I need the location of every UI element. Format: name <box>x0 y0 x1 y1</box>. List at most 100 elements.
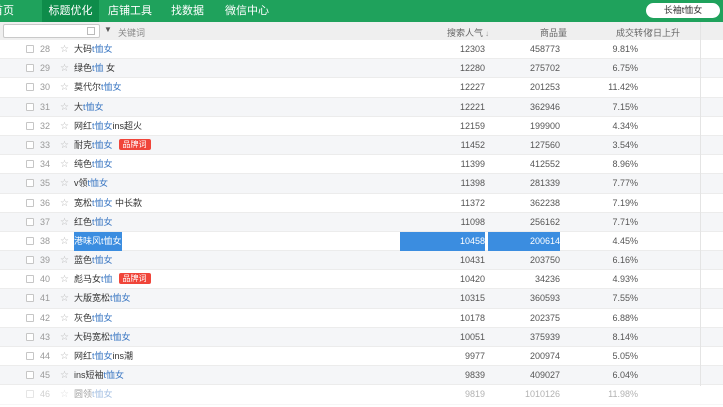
row-checkbox[interactable] <box>26 313 34 322</box>
keyword-link[interactable]: 蓝色t恤女 <box>74 251 113 270</box>
star-icon[interactable]: ☆ <box>60 194 69 213</box>
keyword-link[interactable]: 灰色t恤女 <box>74 309 113 328</box>
row-checkbox[interactable] <box>26 140 34 149</box>
star-icon[interactable]: ☆ <box>60 59 69 78</box>
popularity-value: 11399 <box>460 159 485 170</box>
product-count-value: 127560 <box>529 139 560 150</box>
conversion-value: 7.19% <box>612 197 638 208</box>
keyword-link[interactable]: 耐克t恤女 品牌词 <box>74 136 151 155</box>
star-icon[interactable]: ☆ <box>60 328 69 347</box>
keyword-segment: 蓝色 <box>74 255 93 266</box>
table-row: 37 ☆ 红色t恤女 11098 256162 7.71% <box>0 212 723 232</box>
keyword-link[interactable]: 绿色t恤 女 <box>74 59 115 78</box>
keyword-link[interactable]: 网红t恤女ins超火 <box>74 117 142 136</box>
row-checkbox[interactable] <box>26 83 34 92</box>
row-checkbox[interactable] <box>26 332 34 341</box>
popularity-value: 11452 <box>460 139 485 150</box>
row-checkbox[interactable] <box>26 121 34 130</box>
nav-item-wechat-center[interactable]: 微信中心 <box>225 0 269 22</box>
search-input[interactable]: 长袖t恤女 <box>646 3 720 18</box>
keyword-link[interactable]: 港味风t恤女 <box>74 231 122 251</box>
row-checkbox[interactable] <box>26 352 34 360</box>
keyword-link[interactable]: 大版宽松t恤女 <box>74 289 131 308</box>
popularity-value: 10051 <box>459 331 485 342</box>
product-count-value: 375939 <box>529 331 560 342</box>
row-checkbox[interactable] <box>26 294 34 303</box>
select-all-checkbox[interactable] <box>87 27 95 35</box>
nav-item-title-optimization[interactable]: 标题优化 <box>42 0 99 22</box>
column-header-products[interactable]: 商品量 <box>540 26 567 39</box>
row-checkbox[interactable] <box>26 236 34 245</box>
keyword-link[interactable]: 红色t恤女 <box>74 213 113 232</box>
row-number: 31 <box>40 101 51 112</box>
column-header-popularity[interactable]: 搜索人气 ↓ <box>447 26 489 39</box>
row-checkbox[interactable] <box>26 179 34 188</box>
star-icon[interactable]: ☆ <box>60 385 69 404</box>
star-icon[interactable]: ☆ <box>60 155 69 174</box>
star-icon[interactable]: ☆ <box>60 98 69 117</box>
keyword-link[interactable]: ins短袖t恤女 <box>74 366 124 385</box>
table-row: 43 ☆ 大码宽松t恤女 10051 375939 8.14% <box>0 327 723 347</box>
row-checkbox[interactable] <box>26 256 34 265</box>
product-count-value: 1010126 <box>524 389 560 400</box>
keyword-link[interactable]: 大码t恤女 <box>74 40 113 59</box>
conversion-value: 11.42% <box>608 82 638 93</box>
keyword-link[interactable]: v领t恤女 <box>74 174 108 193</box>
star-icon[interactable]: ☆ <box>60 366 69 385</box>
chevron-down-icon[interactable]: ▼ <box>104 25 112 34</box>
star-icon[interactable]: ☆ <box>60 289 69 308</box>
star-icon[interactable]: ☆ <box>60 309 69 328</box>
star-icon[interactable]: ☆ <box>60 232 69 251</box>
keyword-match-segment: t恤女 <box>92 159 113 170</box>
keyword-link[interactable]: 莫代尔t恤女 <box>74 78 122 97</box>
star-icon[interactable]: ☆ <box>60 347 69 366</box>
row-checkbox[interactable] <box>26 371 34 380</box>
nav-item-home[interactable]: 首页 <box>0 0 14 22</box>
row-checkbox[interactable] <box>26 160 34 169</box>
star-icon[interactable]: ☆ <box>60 213 69 232</box>
column-header-conversion[interactable]: 成交转化 <box>616 26 652 39</box>
row-checkbox[interactable] <box>26 275 34 284</box>
star-icon[interactable]: ☆ <box>60 40 69 59</box>
category-select[interactable] <box>3 24 100 38</box>
product-count-value: 360593 <box>529 293 560 304</box>
row-checkbox[interactable] <box>26 390 34 399</box>
keyword-link[interactable]: 彪马女t恤 品牌词 <box>74 270 151 289</box>
product-count-value: 201253 <box>529 82 560 93</box>
star-icon[interactable]: ☆ <box>60 251 69 270</box>
column-header-seven-day[interactable]: 7日上升 <box>648 26 680 39</box>
nav-item-shop-tools[interactable]: 店铺工具 <box>108 0 152 22</box>
row-number: 28 <box>40 44 51 54</box>
star-icon[interactable]: ☆ <box>60 136 69 155</box>
star-icon[interactable]: ☆ <box>60 270 69 289</box>
keyword-link[interactable]: 纯色t恤女 <box>74 155 113 174</box>
keyword-match-segment: t恤女 <box>92 44 113 54</box>
row-number: 29 <box>40 63 51 74</box>
nav-item-find-data[interactable]: 找数据 <box>171 0 204 22</box>
row-number: 36 <box>40 197 51 208</box>
row-checkbox[interactable] <box>26 45 34 53</box>
keyword-link[interactable]: 大码宽松t恤女 <box>74 328 131 347</box>
table-row: 28 ☆ 大码t恤女 12303 458773 9.81% <box>0 40 723 60</box>
row-checkbox[interactable] <box>26 102 34 111</box>
keyword-link[interactable]: 网红t恤女ins潮 <box>74 347 133 366</box>
product-count-value: 412552 <box>529 159 560 170</box>
star-icon[interactable]: ☆ <box>60 174 69 193</box>
star-icon[interactable]: ☆ <box>60 117 69 136</box>
row-checkbox[interactable] <box>26 64 34 73</box>
popularity-value: 10315 <box>459 293 485 304</box>
sort-desc-icon[interactable]: ↓ <box>485 29 489 38</box>
keyword-link[interactable]: 圆领t恤女 <box>74 385 113 404</box>
keyword-link[interactable]: 宽松t恤女 中长款 <box>74 194 142 213</box>
product-count-value: 200974 <box>529 351 560 361</box>
row-checkbox[interactable] <box>26 217 34 226</box>
keyword-link[interactable]: 大t恤女 <box>74 98 104 117</box>
keyword-segment: 彪马女 <box>74 274 102 285</box>
keyword-segment: 女 <box>103 63 116 74</box>
row-number: 43 <box>40 331 51 342</box>
star-icon[interactable]: ☆ <box>60 78 69 97</box>
popularity-value: 10431 <box>459 255 485 266</box>
row-checkbox[interactable] <box>26 198 34 207</box>
product-count-value: 200614 <box>488 231 560 251</box>
conversion-value: 6.04% <box>612 370 638 381</box>
